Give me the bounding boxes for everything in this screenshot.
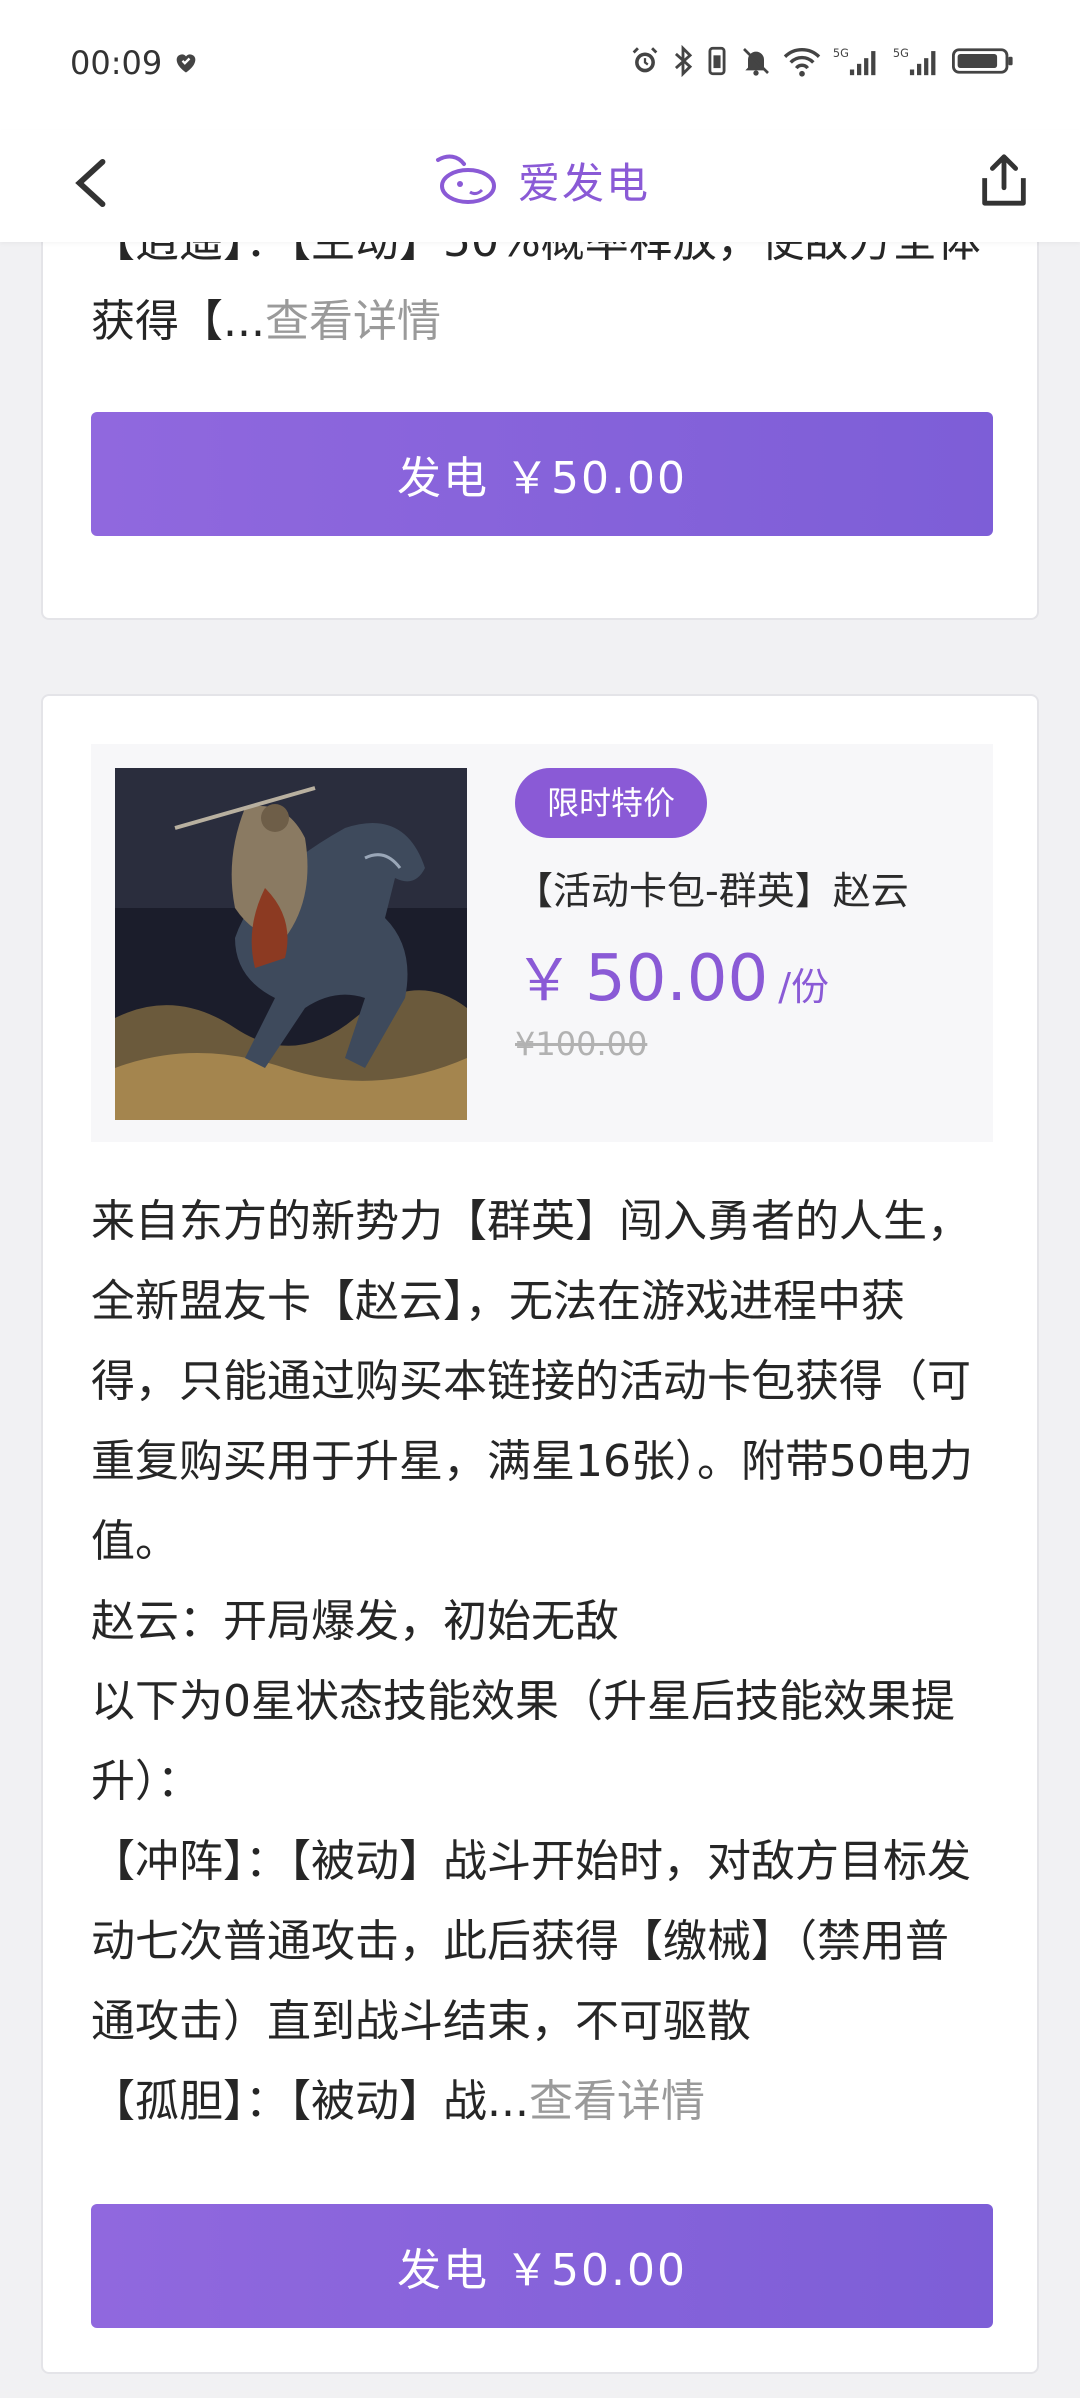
brand-name: 爱发电 <box>517 158 650 208</box>
content-scroll[interactable]: 【逍遥】：【主动】50%概率释放，使敌方全体获得【...查看详情 发电 ￥50.… <box>0 242 1080 2398</box>
view-details-link[interactable]: 查看详情 <box>265 296 441 347</box>
product-description: 来自东方的新势力【群英】闯入勇者的人生，全新盟友卡【赵云】，无法在游戏进程中获得… <box>91 1182 991 2142</box>
product-card: 限时特价 【活动卡包-群英】赵云 ￥ 50.00 /份 ¥100.00 来自东方… <box>41 694 1039 2374</box>
svg-text:5G: 5G <box>833 46 849 60</box>
original-price: ¥100.00 <box>515 1025 648 1063</box>
wifi-icon <box>782 44 822 78</box>
status-icons: 5G 5G <box>628 44 1014 78</box>
vibrate-icon <box>704 44 730 78</box>
sale-badge: 限时特价 <box>515 768 708 838</box>
product-summary[interactable]: 限时特价 【活动卡包-群英】赵云 ￥ 50.00 /份 ¥100.00 <box>91 744 993 1142</box>
bluetooth-icon <box>672 44 694 78</box>
battery-icon <box>952 44 1014 78</box>
svg-text:5G: 5G <box>893 46 909 60</box>
price-unit: /份 <box>778 965 830 1009</box>
signal-5g-icon: 5G <box>832 44 882 78</box>
product-title: 【活动卡包-群英】赵云 <box>515 869 909 913</box>
price-value: 50.00 <box>585 942 769 1016</box>
description-text: 【逍遥】：【主动】50%概率释放，使敌方全体获得【... <box>91 242 981 347</box>
logo-icon <box>435 154 496 204</box>
product-info: 限时特价 【活动卡包-群英】赵云 ￥ 50.00 /份 ¥100.00 <box>515 768 973 1063</box>
description-paragraph: 来自东方的新势力【群英】闯入勇者的人生，全新盟友卡【赵云】，无法在游戏进程中获得… <box>91 1196 973 1567</box>
support-button[interactable]: 发电 ￥50.00 <box>91 412 993 536</box>
price-symbol: ￥ <box>515 946 574 1014</box>
description-paragraph: 以下为0星状态技能效果（升星后技能效果提升）： <box>91 1676 955 1807</box>
support-button[interactable]: 发电 ￥50.00 <box>91 2204 993 2328</box>
brand: 爱发电 <box>0 140 1080 220</box>
price: ￥ 50.00 /份 <box>515 933 973 1017</box>
description-text: 【孤胆】：【被动】战... <box>91 2076 529 2127</box>
status-bar: 00:09 5G 5G <box>0 0 1080 130</box>
product-description: 【逍遥】：【主动】50%概率释放，使敌方全体获得【...查看详情 <box>91 242 991 362</box>
alarm-icon <box>628 44 662 78</box>
signal-5g-icon: 5G <box>892 44 942 78</box>
mute-icon <box>740 44 772 78</box>
product-image <box>115 768 467 1120</box>
product-card: 【逍遥】：【主动】50%概率释放，使敌方全体获得【...查看详情 发电 ￥50.… <box>41 242 1039 620</box>
status-time: 00:09 <box>70 44 163 82</box>
share-button[interactable] <box>964 140 1044 220</box>
share-icon <box>982 154 1026 206</box>
app-bar: 爱发电 <box>0 130 1080 242</box>
view-details-link[interactable]: 查看详情 <box>529 2076 705 2127</box>
heart-shield-icon <box>172 48 200 80</box>
description-paragraph: 赵云：开局爆发，初始无敌 <box>91 1596 619 1647</box>
description-paragraph: 【冲阵】：【被动】战斗开始时，对敌方目标发动七次普通攻击，此后获得【缴械】（禁用… <box>91 1836 971 2047</box>
